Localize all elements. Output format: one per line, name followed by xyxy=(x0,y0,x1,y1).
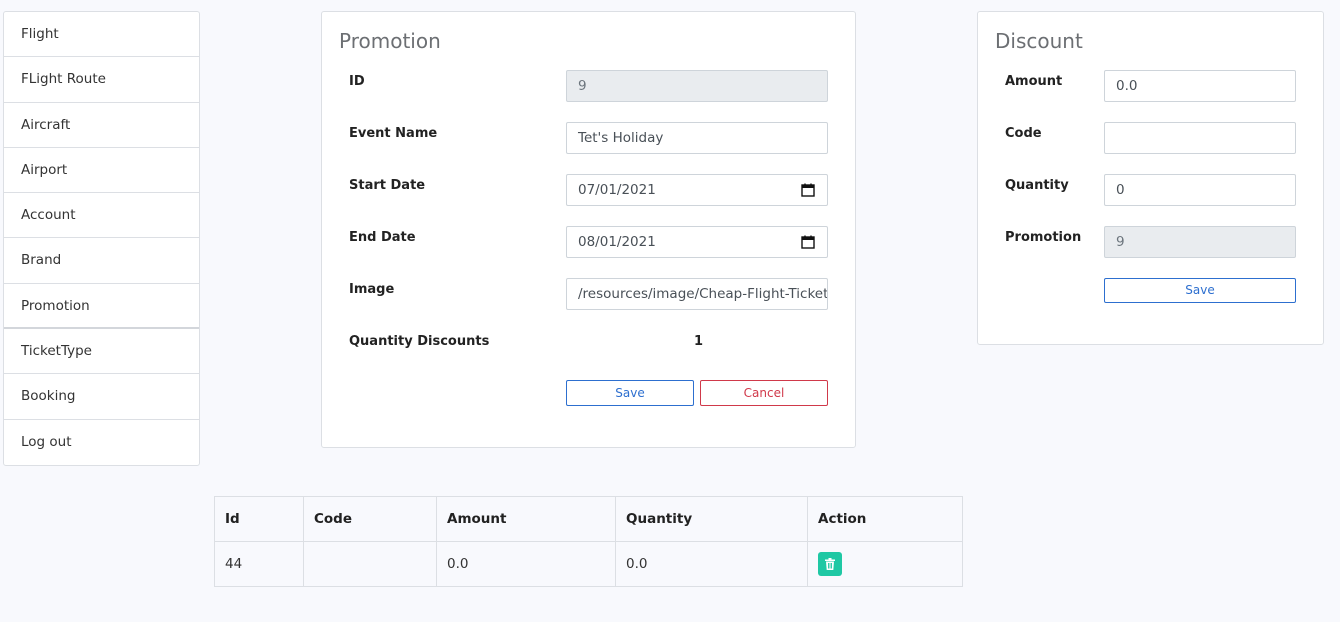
promotion-title: Promotion xyxy=(339,29,441,53)
col-header-action: Action xyxy=(807,496,963,542)
sidebar-item-logout[interactable]: Log out xyxy=(4,420,199,465)
amount-label: Amount xyxy=(1005,74,1063,89)
code-label: Code xyxy=(1005,126,1042,141)
calendar-icon[interactable] xyxy=(801,235,815,249)
code-field[interactable] xyxy=(1104,122,1296,154)
col-header-code: Code xyxy=(303,496,437,542)
end-date-label: End Date xyxy=(349,230,416,245)
start-date-label: Start Date xyxy=(349,178,426,193)
delete-button[interactable] xyxy=(818,552,842,576)
sidebar-item-airport[interactable]: Airport xyxy=(4,148,199,194)
sidebar-item-tickettype[interactable]: TicketType xyxy=(4,329,199,375)
cell-code xyxy=(303,541,437,587)
amount-field[interactable]: 0.0 xyxy=(1104,70,1296,102)
end-date-value: 08/01/2021 xyxy=(578,234,656,250)
event-name-field[interactable]: Tet's Holiday xyxy=(566,122,828,154)
discount-save-button[interactable]: Save xyxy=(1104,278,1296,303)
col-header-amount: Amount xyxy=(436,496,616,542)
sidebar: Flight FLight Route Aircraft Airport Acc… xyxy=(3,11,200,466)
cell-id: 44 xyxy=(214,541,304,587)
promotion-card: Promotion ID 9 Event Name Tet's Holiday … xyxy=(321,11,856,448)
image-field[interactable]: /resources/image/Cheap-Flight-Tickets.jp… xyxy=(566,278,828,310)
col-header-id: Id xyxy=(214,496,304,542)
cancel-button[interactable]: Cancel xyxy=(700,380,828,406)
quantity-label: Quantity xyxy=(1005,178,1069,193)
quantity-field[interactable]: 0 xyxy=(1104,174,1296,206)
cell-action xyxy=(807,541,963,587)
trash-icon xyxy=(825,558,835,570)
discount-title: Discount xyxy=(995,29,1083,53)
col-header-quantity: Quantity xyxy=(615,496,808,542)
start-date-value: 07/01/2021 xyxy=(578,182,656,198)
cell-quantity: 0.0 xyxy=(615,541,808,587)
discount-card: Discount Amount 0.0 Code Quantity 0 Prom… xyxy=(977,11,1324,345)
save-button[interactable]: Save xyxy=(566,380,694,406)
promotion-field[interactable]: 9 xyxy=(1104,226,1296,258)
image-label: Image xyxy=(349,282,395,297)
table-header-row: Id Code Amount Quantity Action xyxy=(214,496,963,542)
id-label: ID xyxy=(349,74,365,89)
end-date-field[interactable]: 08/01/2021 xyxy=(566,226,828,258)
sidebar-item-booking[interactable]: Booking xyxy=(4,374,199,420)
sidebar-item-brand[interactable]: Brand xyxy=(4,238,199,284)
sidebar-item-promotion[interactable]: Promotion xyxy=(4,284,199,330)
quantity-discounts-value: 1 xyxy=(694,334,704,349)
sidebar-item-aircraft[interactable]: Aircraft xyxy=(4,103,199,148)
start-date-field[interactable]: 07/01/2021 xyxy=(566,174,828,206)
discounts-table: Id Code Amount Quantity Action 44 0.0 0.… xyxy=(214,496,963,587)
cell-amount: 0.0 xyxy=(436,541,616,587)
table-row: 44 0.0 0.0 xyxy=(214,541,963,587)
quantity-discounts-label: Quantity Discounts xyxy=(349,334,490,349)
id-field[interactable]: 9 xyxy=(566,70,828,102)
promotion-label: Promotion xyxy=(1005,230,1082,245)
event-name-label: Event Name xyxy=(349,126,438,141)
sidebar-item-account[interactable]: Account xyxy=(4,193,199,239)
calendar-icon[interactable] xyxy=(801,183,815,197)
sidebar-item-flight[interactable]: Flight xyxy=(4,12,199,58)
sidebar-item-flight-route[interactable]: FLight Route xyxy=(4,57,199,103)
